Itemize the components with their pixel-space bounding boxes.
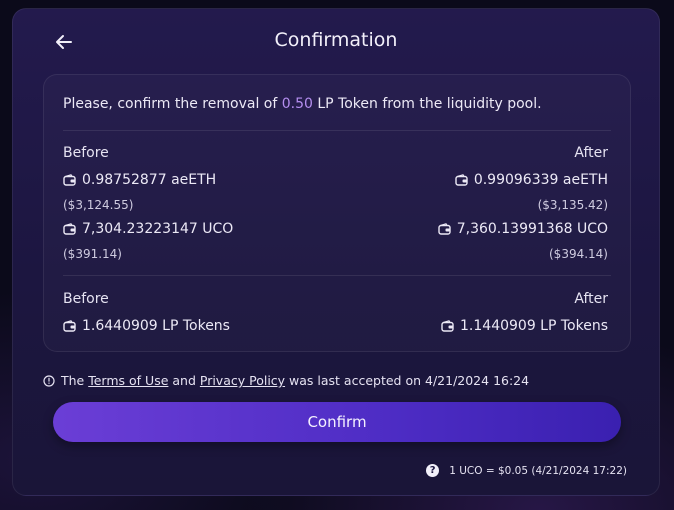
before-lp-label: Before bbox=[63, 291, 109, 307]
after-token2: 7,360.13991368 UCO bbox=[438, 221, 608, 237]
terms-prefix: The bbox=[61, 373, 89, 388]
divider bbox=[63, 275, 611, 276]
before-label: Before bbox=[63, 145, 109, 161]
wallet-icon bbox=[455, 174, 468, 186]
wallet-icon bbox=[438, 223, 451, 235]
message-prefix: Please, confirm the removal of bbox=[63, 96, 282, 112]
info-icon bbox=[43, 374, 55, 387]
privacy-policy-link[interactable]: Privacy Policy bbox=[200, 373, 285, 388]
after-lp-label: After bbox=[574, 291, 608, 307]
before-token1-value: 0.98752877 aeETH bbox=[82, 172, 217, 188]
page-title: Confirmation bbox=[274, 29, 398, 51]
before-token2-usd: ($391.14) bbox=[63, 247, 122, 261]
terms-suffix: was last accepted on 4/21/2024 16:24 bbox=[285, 373, 530, 388]
after-lp-value: 1.1440909 LP Tokens bbox=[460, 318, 608, 334]
after-token2-usd: ($394.14) bbox=[549, 247, 608, 261]
after-token1-usd: ($3,135.42) bbox=[537, 198, 608, 212]
terms-of-use-link[interactable]: Terms of Use bbox=[88, 373, 168, 388]
terms-notice: The Terms of Use and Privacy Policy was … bbox=[43, 373, 529, 388]
before-lp: 1.6440909 LP Tokens bbox=[63, 318, 230, 334]
wallet-icon bbox=[441, 320, 454, 332]
summary-panel: Please, confirm the removal of 0.50 LP T… bbox=[43, 74, 631, 352]
before-token1: 0.98752877 aeETH bbox=[63, 172, 216, 188]
removal-amount: 0.50 bbox=[281, 96, 313, 112]
before-lp-value: 1.6440909 LP Tokens bbox=[82, 318, 230, 334]
message-suffix: LP Token from the liquidity pool. bbox=[312, 96, 542, 112]
exchange-rate: ? 1 UCO = $0.05 (4/21/2024 17:22) bbox=[426, 464, 627, 477]
divider bbox=[63, 130, 611, 131]
wallet-icon bbox=[63, 223, 76, 235]
terms-text: The Terms of Use and Privacy Policy was … bbox=[61, 373, 529, 388]
removal-message: Please, confirm the removal of 0.50 LP T… bbox=[63, 96, 542, 112]
terms-and: and bbox=[168, 373, 200, 388]
before-token1-usd: ($3,124.55) bbox=[63, 198, 134, 212]
confirm-button[interactable]: Confirm bbox=[53, 402, 621, 442]
after-token1-value: 0.99096339 aeETH bbox=[473, 172, 608, 188]
question-icon[interactable]: ? bbox=[426, 464, 440, 477]
rate-text: 1 UCO = $0.05 (4/21/2024 17:22) bbox=[449, 464, 627, 477]
wallet-icon bbox=[63, 174, 76, 186]
wallet-icon bbox=[63, 320, 76, 332]
after-token2-value: 7,360.13991368 UCO bbox=[456, 221, 608, 237]
after-label: After bbox=[574, 145, 608, 161]
after-lp: 1.1440909 LP Tokens bbox=[441, 318, 608, 334]
before-token2-value: 7,304.23223147 UCO bbox=[82, 221, 234, 237]
after-token1: 0.99096339 aeETH bbox=[455, 172, 608, 188]
confirmation-dialog: Confirmation Please, confirm the removal… bbox=[12, 8, 660, 496]
before-token2: 7,304.23223147 UCO bbox=[63, 221, 233, 237]
